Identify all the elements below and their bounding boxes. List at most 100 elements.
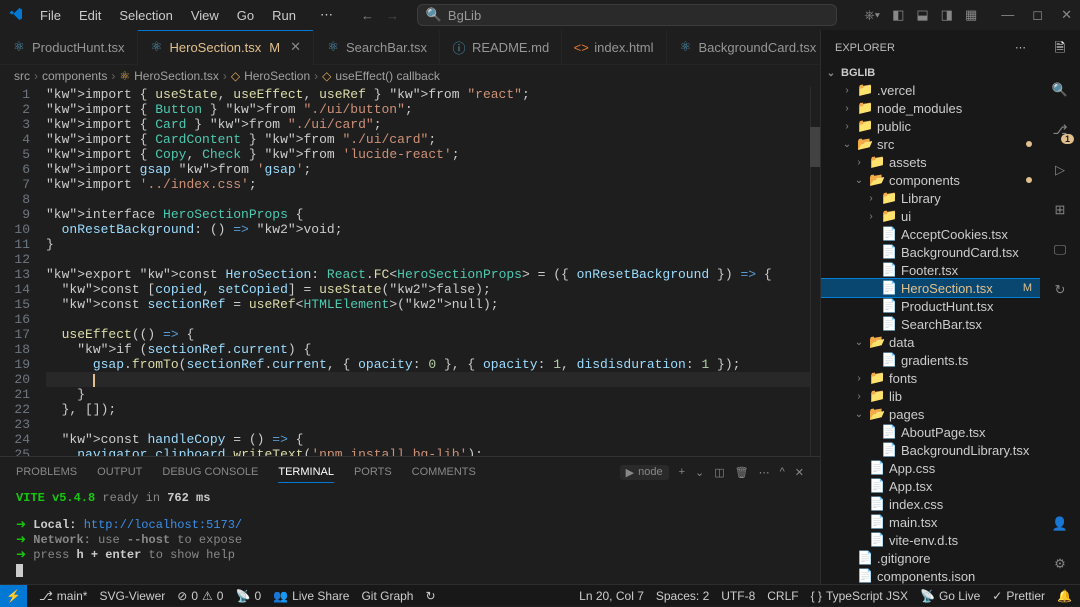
tab-index.html[interactable]: <>index.html xyxy=(562,30,666,65)
nav-back-icon[interactable]: ← xyxy=(361,8,374,23)
file-BackgroundCard.tsx[interactable]: 📄BackgroundCard.tsx xyxy=(821,243,1040,261)
live-share-status[interactable]: 👥 Live Share xyxy=(273,589,349,603)
file-AcceptCookies.tsx[interactable]: 📄AcceptCookies.tsx xyxy=(821,225,1040,243)
layout-bottom-icon[interactable]: ⬓ xyxy=(916,7,928,23)
folder-src[interactable]: ⌄📂src xyxy=(821,135,1040,153)
live-share-icon[interactable]: ↻ xyxy=(1048,278,1072,302)
run-debug-icon[interactable]: ▷ xyxy=(1048,158,1072,182)
file-index.css[interactable]: 📄index.css xyxy=(821,495,1040,513)
menu-view[interactable]: View xyxy=(183,4,227,27)
breadcrumb-segment[interactable]: useEffect() callback xyxy=(335,69,440,83)
panel-tab-comments[interactable]: COMMENTS xyxy=(412,462,476,482)
ports-status[interactable]: 📡 0 xyxy=(235,589,261,603)
search-activity-icon[interactable]: 🔍 xyxy=(1048,78,1072,102)
tab-HeroSection.tsx[interactable]: ⚛HeroSection.tsxM✕ xyxy=(138,30,315,65)
file-components.ison[interactable]: 📄components.ison xyxy=(821,567,1040,584)
source-control-icon[interactable]: ⎇1 xyxy=(1048,118,1072,142)
panel-tab-problems[interactable]: PROBLEMS xyxy=(16,462,77,482)
close-icon[interactable]: ✕ xyxy=(290,39,301,55)
git-branch[interactable]: ⎇ main* xyxy=(39,589,88,603)
copilot-icon[interactable]: ⎈▾ xyxy=(864,7,880,23)
notifications-icon[interactable]: 🔔 xyxy=(1057,589,1072,603)
new-terminal-icon[interactable]: + xyxy=(679,466,685,478)
panel-tab-terminal[interactable]: TERMINAL xyxy=(278,462,334,483)
command-center[interactable]: 🔍 BgLib xyxy=(417,4,837,26)
terminal-dropdown-icon[interactable]: ⌄ xyxy=(695,466,704,479)
file-.gitignore[interactable]: 📄.gitignore xyxy=(821,549,1040,567)
more-menu-icon[interactable]: ⋯ xyxy=(312,3,341,27)
panel-more-icon[interactable]: ⋯ xyxy=(759,466,770,479)
explorer-more-icon[interactable]: ⋯ xyxy=(1015,41,1026,54)
menu-edit[interactable]: Edit xyxy=(71,4,109,27)
file-App.css[interactable]: 📄App.css xyxy=(821,459,1040,477)
folder-.vercel[interactable]: ›📁.vercel xyxy=(821,81,1040,99)
folder-node_modules[interactable]: ›📁node_modules xyxy=(821,99,1040,117)
folder-data[interactable]: ⌄📂data xyxy=(821,333,1040,351)
language-mode[interactable]: { } TypeScript JSX xyxy=(811,589,908,603)
prettier-status[interactable]: ✓ Prettier xyxy=(992,589,1045,603)
svg-viewer[interactable]: SVG-Viewer xyxy=(99,589,165,603)
file-BackgroundLibrary.tsx[interactable]: 📄BackgroundLibrary.tsx xyxy=(821,441,1040,459)
file-App.tsx[interactable]: 📄App.tsx xyxy=(821,477,1040,495)
minimize-icon[interactable]: ― xyxy=(1001,7,1014,23)
indentation[interactable]: Spaces: 2 xyxy=(656,589,709,603)
file-SearchBar.tsx[interactable]: 📄SearchBar.tsx xyxy=(821,315,1040,333)
account-icon[interactable]: 👤 xyxy=(1048,512,1072,536)
file-ProductHunt.tsx[interactable]: 📄ProductHunt.tsx xyxy=(821,297,1040,315)
cursor-position[interactable]: Ln 20, Col 7 xyxy=(579,589,644,603)
panel-tab-output[interactable]: OUTPUT xyxy=(97,462,142,482)
git-graph-status[interactable]: Git Graph xyxy=(361,589,413,603)
folder-assets[interactable]: ›📁assets xyxy=(821,153,1040,171)
layout-right-icon[interactable]: ◨ xyxy=(941,7,953,23)
nav-forward-icon[interactable]: → xyxy=(386,8,399,23)
close-window-icon[interactable]: ✕ xyxy=(1061,7,1072,23)
file-AboutPage.tsx[interactable]: 📄AboutPage.tsx xyxy=(821,423,1040,441)
minimap-thumb[interactable] xyxy=(810,127,820,167)
problems-status[interactable]: ⊘ 0 ⚠ 0 xyxy=(177,589,223,603)
eol[interactable]: CRLF xyxy=(767,589,798,603)
folder-Library[interactable]: ›📁Library xyxy=(821,189,1040,207)
split-terminal-icon[interactable]: ◫ xyxy=(714,466,724,479)
folder-ui[interactable]: ›📁ui xyxy=(821,207,1040,225)
menu-run[interactable]: Run xyxy=(264,4,304,27)
local-url[interactable]: http://localhost:5173/ xyxy=(84,518,242,532)
go-live[interactable]: 📡 Go Live xyxy=(920,589,980,603)
folder-pages[interactable]: ⌄📂pages xyxy=(821,405,1040,423)
code-editor[interactable]: 1234567891011121314151617181920212223242… xyxy=(0,87,820,456)
layout-grid-icon[interactable]: ▦ xyxy=(965,7,977,23)
file-gradients.ts[interactable]: 📄gradients.ts xyxy=(821,351,1040,369)
tab-README.md[interactable]: ⓘREADME.md xyxy=(440,30,562,65)
encoding[interactable]: UTF-8 xyxy=(721,589,755,603)
file-Footer.tsx[interactable]: 📄Footer.tsx xyxy=(821,261,1040,279)
tab-BackgroundCard.tsx[interactable]: ⚛BackgroundCard.tsx xyxy=(667,30,821,65)
folder-public[interactable]: ›📁public xyxy=(821,117,1040,135)
extensions-icon[interactable]: ⊞ xyxy=(1048,198,1072,222)
breadcrumb-segment[interactable]: HeroSection xyxy=(244,69,310,83)
panel-maximize-icon[interactable]: ^ xyxy=(780,466,785,478)
remote-explorer-icon[interactable]: 🖵 xyxy=(1048,238,1072,262)
workspace-root[interactable]: ⌄BGLIB xyxy=(821,65,1040,81)
maximize-icon[interactable]: ◻ xyxy=(1032,7,1043,23)
breadcrumb[interactable]: src›components›⚛ HeroSection.tsx›◇ HeroS… xyxy=(0,65,820,87)
files-icon[interactable]: 🗎 xyxy=(1048,38,1072,62)
folder-components[interactable]: ⌄📂components xyxy=(821,171,1040,189)
folder-fonts[interactable]: ›📁fonts xyxy=(821,369,1040,387)
menu-go[interactable]: Go xyxy=(229,4,262,27)
sync-icon[interactable]: ↻ xyxy=(425,589,435,603)
breadcrumb-segment[interactable]: components xyxy=(42,69,107,83)
file-main.tsx[interactable]: 📄main.tsx xyxy=(821,513,1040,531)
terminal-task[interactable]: ▶ node xyxy=(620,465,669,480)
layout-left-icon[interactable]: ◧ xyxy=(892,7,904,23)
breadcrumb-segment[interactable]: HeroSection.tsx xyxy=(134,69,219,83)
menu-selection[interactable]: Selection xyxy=(111,4,180,27)
file-vite-env.d.ts[interactable]: 📄vite-env.d.ts xyxy=(821,531,1040,549)
code-content[interactable]: "kw">import { useState, useEffect, useRe… xyxy=(46,87,820,456)
terminal-output[interactable]: VITE v5.4.8 ready in 762 ms ➜ Local: htt… xyxy=(0,487,820,584)
menu-file[interactable]: File xyxy=(32,4,69,27)
file-HeroSection.tsx[interactable]: 📄HeroSection.tsxM xyxy=(821,279,1040,297)
minimap[interactable] xyxy=(810,87,820,456)
kill-terminal-icon[interactable]: 🗑 xyxy=(735,466,749,479)
breadcrumb-segment[interactable]: src xyxy=(14,69,30,83)
remote-button[interactable]: ⚡ xyxy=(0,585,27,607)
panel-tab-debug console[interactable]: DEBUG CONSOLE xyxy=(162,462,258,482)
